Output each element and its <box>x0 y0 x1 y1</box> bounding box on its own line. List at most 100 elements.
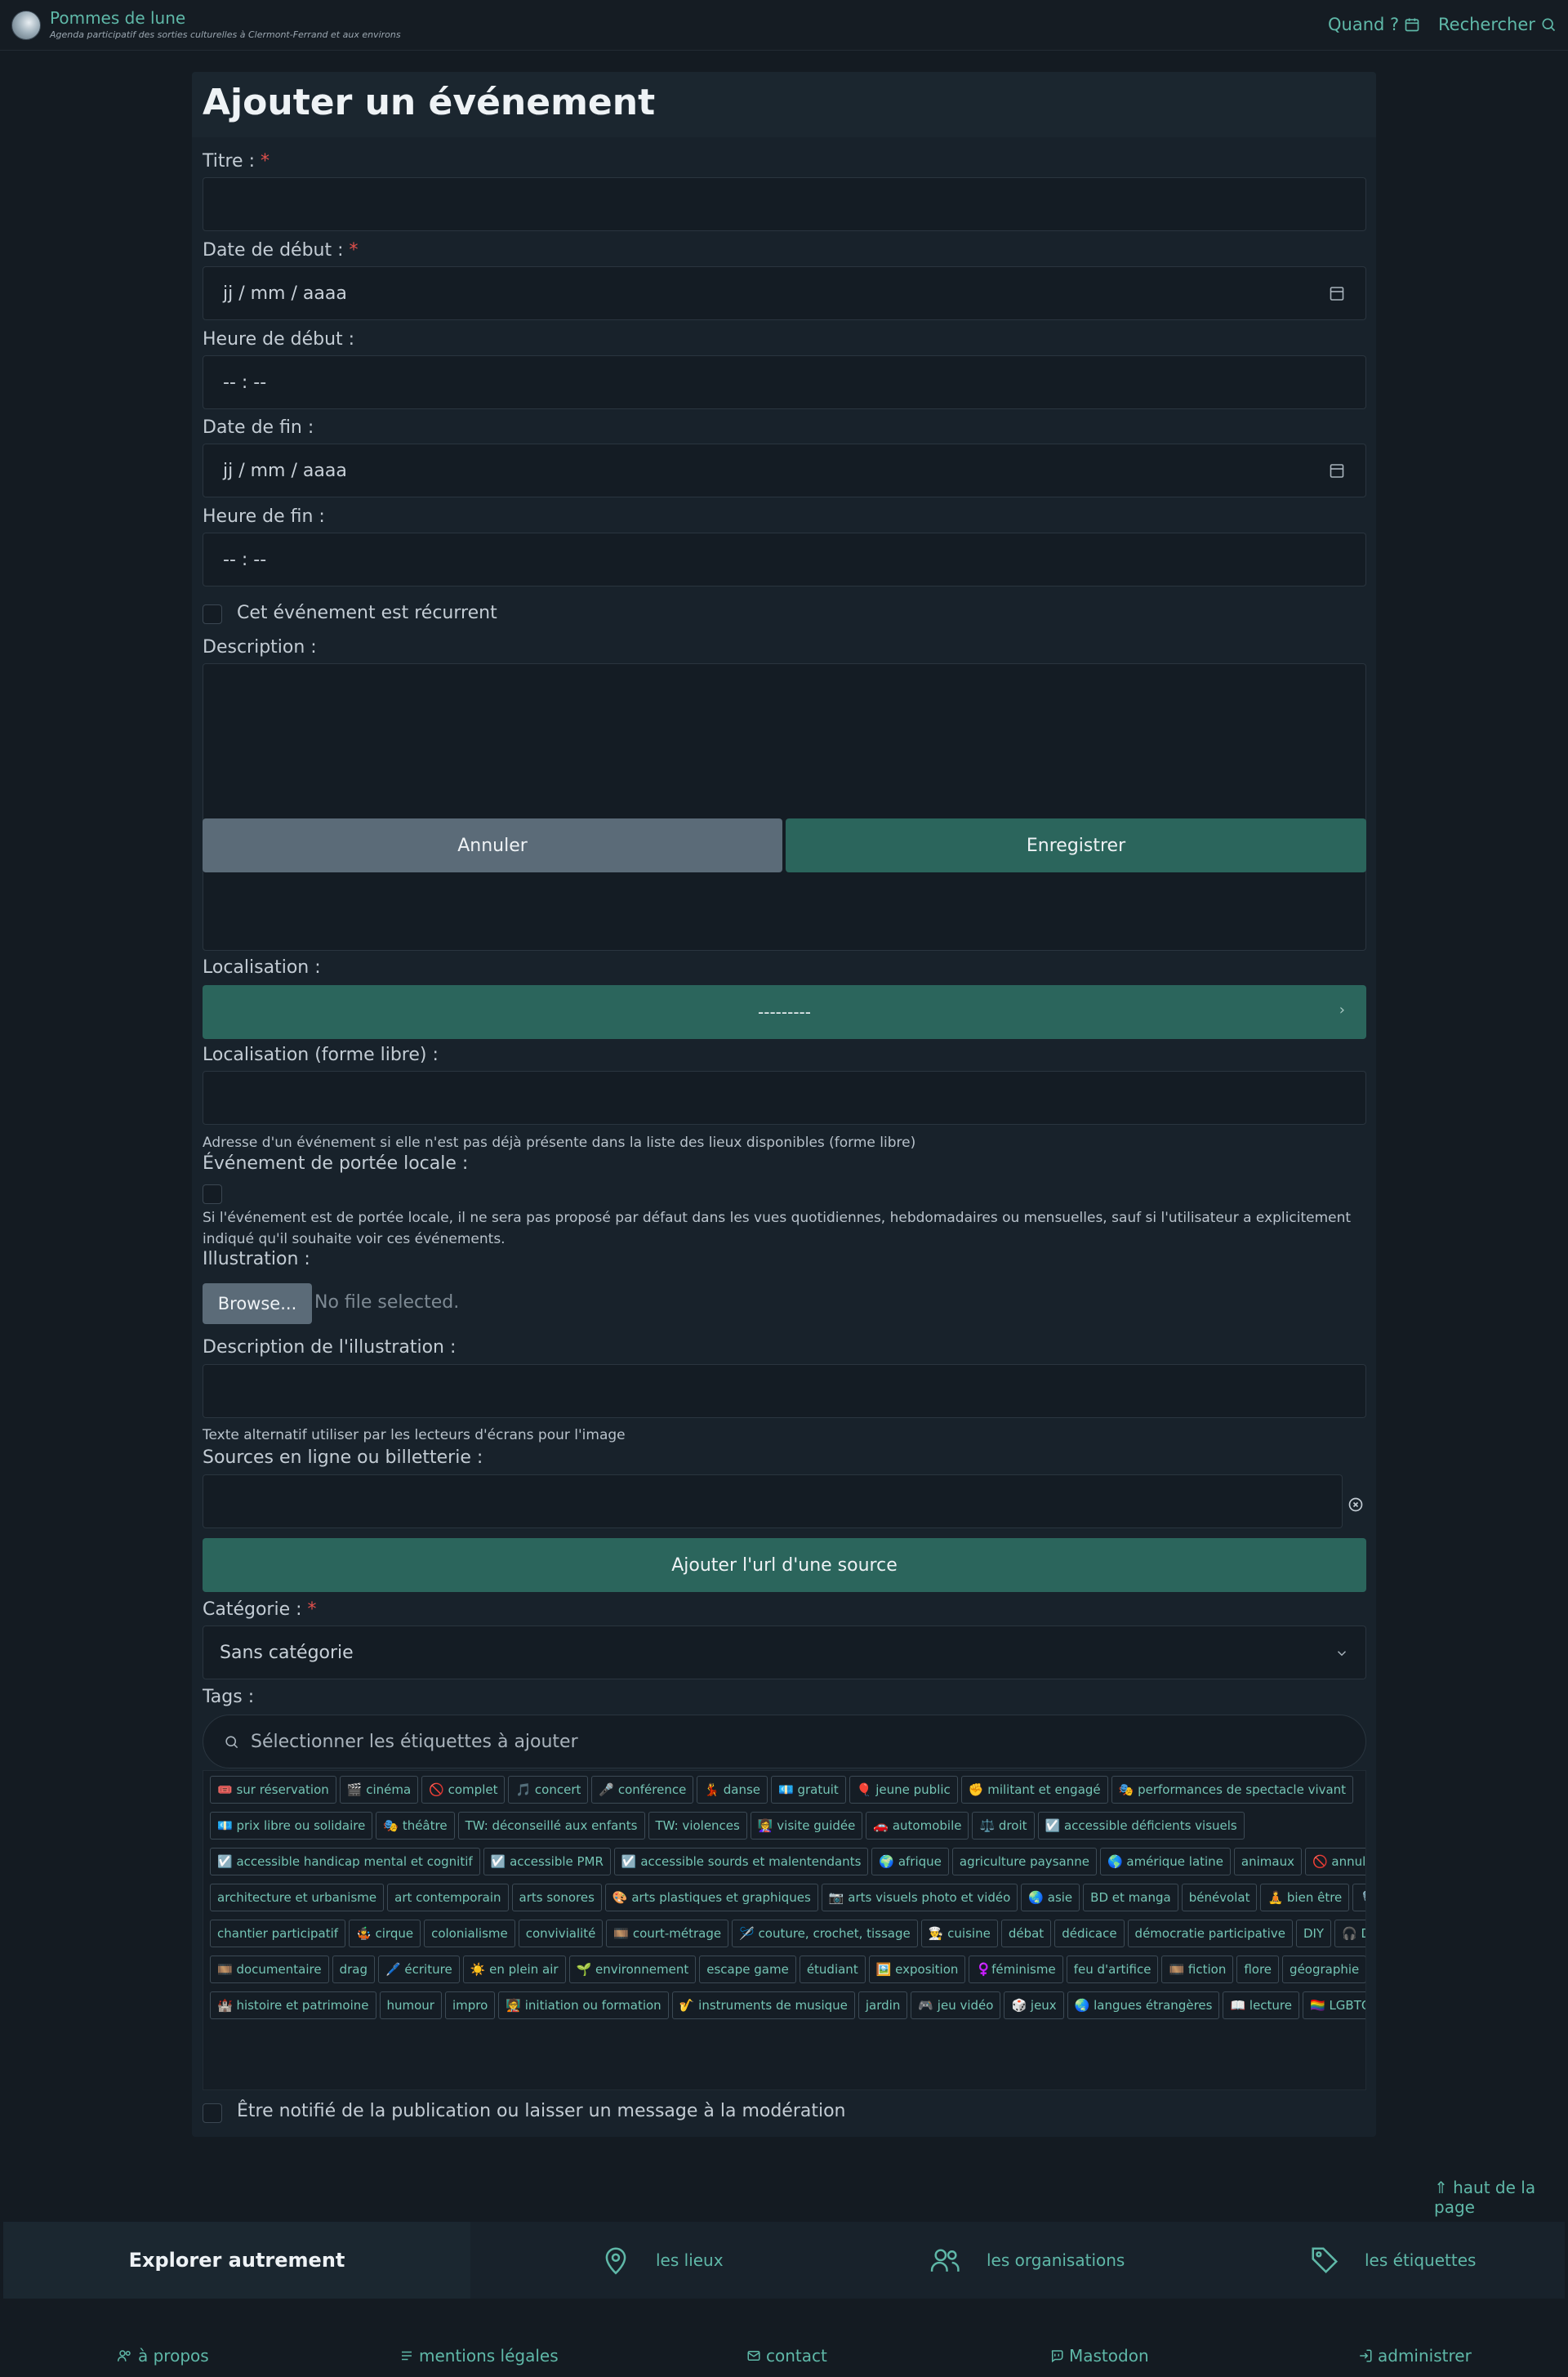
tag-chip[interactable]: 💶 gratuit <box>771 1776 846 1804</box>
tag-chip[interactable]: bénévolat <box>1181 1884 1258 1911</box>
local-scope-checkbox[interactable] <box>203 1184 222 1204</box>
tag-chip[interactable]: ✊ militant et engagé <box>960 1776 1108 1804</box>
category-select[interactable]: Sans catégorie <box>203 1626 1366 1679</box>
tag-chip[interactable]: arts sonores <box>511 1884 602 1911</box>
tag-chip[interactable]: 🪡 couture, crochet, tissage <box>732 1920 918 1947</box>
tag-chip[interactable]: 🧑‍🏫 initiation ou formation <box>498 1991 669 2019</box>
tag-chip[interactable]: humour <box>379 1991 442 2019</box>
tag-chip[interactable]: 🚗 automobile <box>866 1812 969 1840</box>
tag-chip[interactable]: TW: violences <box>648 1812 747 1840</box>
tag-chip[interactable]: 🎮 jeu vidéo <box>911 1991 1001 2019</box>
tag-chip[interactable]: escape game <box>699 1956 796 1983</box>
add-source-button[interactable]: Ajouter l'url d'une source <box>203 1538 1366 1592</box>
tag-chip[interactable]: impro <box>444 1991 496 2019</box>
tags-search-input[interactable]: Sélectionner les étiquettes à ajouter <box>203 1715 1366 1768</box>
tag-chip[interactable]: 🖊️ écriture <box>377 1956 460 1983</box>
tag-chip[interactable]: 🌍 afrique <box>871 1848 949 1875</box>
explore-orgs-link[interactable]: les organisations <box>929 2222 1125 2299</box>
tag-chip[interactable]: géographie <box>1282 1956 1365 1983</box>
notify-checkbox[interactable] <box>203 2103 222 2123</box>
tag-chip[interactable]: 🏳️‍🌈 LGBTQ+ friendly <box>1303 1991 1365 2019</box>
tag-chip[interactable]: ☑️ accessible PMR <box>483 1848 611 1875</box>
end-date-input[interactable]: jj / mm / aaaa <box>203 444 1366 497</box>
tag-chip[interactable]: 🚫 annulé <box>1304 1848 1365 1875</box>
tag-chip[interactable]: 🧘 bien être <box>1260 1884 1350 1911</box>
tag-chip[interactable]: 🌎 amérique latine <box>1099 1848 1231 1875</box>
tag-chip[interactable]: 📖 lecture <box>1223 1991 1299 2019</box>
tag-chip[interactable]: DIY <box>1295 1920 1332 1947</box>
calendar-icon[interactable] <box>1330 462 1344 479</box>
tag-chip[interactable]: chantier participatif <box>210 1920 346 1947</box>
footer-legal-link[interactable]: mentions légales <box>399 2346 559 2366</box>
free-location-input[interactable] <box>203 1071 1366 1125</box>
tag-chip[interactable]: art contemporain <box>387 1884 509 1911</box>
tag-chip[interactable]: ⚖️ droit <box>972 1812 1035 1840</box>
tag-chip[interactable]: feu d'artifice <box>1066 1956 1159 1983</box>
tag-chip[interactable]: 🏰 histoire et patrimoine <box>210 1991 376 2019</box>
tag-chip[interactable]: TW: déconseillé aux enfants <box>457 1812 645 1840</box>
tag-chip[interactable]: BD et manga <box>1083 1884 1178 1911</box>
tag-chip[interactable]: agriculture paysanne <box>951 1848 1097 1875</box>
tag-chip[interactable]: animaux <box>1233 1848 1302 1875</box>
recurrent-checkbox[interactable] <box>203 604 222 624</box>
source-url-input[interactable] <box>203 1474 1343 1528</box>
tag-chip[interactable]: 🎷 instruments de musique <box>671 1991 855 2019</box>
tag-chip[interactable]: flore <box>1236 1956 1280 1983</box>
tag-chip[interactable]: 🎧 DJ set <box>1334 1920 1365 1947</box>
tag-chip[interactable]: 🖼️ exposition <box>868 1956 966 1983</box>
tag-chip[interactable]: ☑️ accessible handicap mental et cogniti… <box>210 1848 480 1875</box>
tag-chip[interactable]: jardin <box>858 1991 908 2019</box>
nav-search-link[interactable]: Rechercher <box>1438 15 1557 34</box>
tag-chip[interactable]: démocratie participative <box>1127 1920 1293 1947</box>
tag-chip[interactable]: ♀️féminisme <box>969 1956 1063 1983</box>
footer-about-link[interactable]: à propos <box>117 2346 209 2366</box>
tag-chip[interactable]: 🎬 cinéma <box>339 1776 419 1804</box>
tag-chip[interactable]: 🎵 concert <box>508 1776 589 1804</box>
footer-admin-link[interactable]: administrer <box>1358 2346 1472 2366</box>
illustration-desc-input[interactable] <box>203 1364 1366 1418</box>
tag-chip[interactable]: 🎞️ documentaire <box>210 1956 329 1983</box>
browse-button[interactable]: Browse... <box>203 1283 312 1324</box>
tag-chip[interactable]: convivialité <box>518 1920 604 1947</box>
tag-chip[interactable]: débat <box>1000 1920 1052 1947</box>
tag-chip[interactable]: 🎲 jeux <box>1004 1991 1064 2019</box>
start-time-input[interactable]: -- : -- <box>203 355 1366 409</box>
tag-chip[interactable]: 👩‍🏫 visite guidée <box>750 1812 863 1840</box>
location-select[interactable]: --------- › <box>203 985 1366 1039</box>
tag-chip[interactable]: 🌏 asie <box>1021 1884 1080 1911</box>
back-to-top-link[interactable]: ⇑ haut de la page <box>1434 2178 1568 2217</box>
tag-chip[interactable]: 🎞️ court-métrage <box>606 1920 729 1947</box>
tag-chip[interactable]: 🎞️ fiction <box>1161 1956 1234 1983</box>
explore-places-link[interactable]: les lieux <box>600 2222 724 2299</box>
tag-chip[interactable]: architecture et urbanisme <box>210 1884 385 1911</box>
nav-when-link[interactable]: Quand ? <box>1328 15 1420 34</box>
site-logo[interactable] <box>11 11 41 40</box>
footer-contact-link[interactable]: contact <box>746 2346 827 2366</box>
tag-chip[interactable]: ☑️ accessible déficients visuels <box>1037 1812 1245 1840</box>
tag-chip[interactable]: ☀️ en plein air <box>462 1956 566 1983</box>
end-time-input[interactable]: -- : -- <box>203 533 1366 586</box>
tag-chip[interactable]: colonialisme <box>424 1920 515 1947</box>
tag-chip[interactable]: 🚫 complet <box>421 1776 506 1804</box>
title-input[interactable] <box>203 177 1366 231</box>
tag-chip[interactable]: 🎭 performances de spectacle vivant <box>1111 1776 1354 1804</box>
tag-chip[interactable]: 👨‍🍳 cuisine <box>920 1920 998 1947</box>
site-name-link[interactable]: Pommes de lune <box>50 8 185 28</box>
remove-circle-icon[interactable] <box>1348 1496 1364 1513</box>
calendar-icon[interactable] <box>1330 285 1344 301</box>
tag-chip[interactable]: 💶 prix libre ou solidaire <box>210 1812 373 1840</box>
tag-chip[interactable]: 🎈 jeune public <box>849 1776 958 1804</box>
tag-chip[interactable]: 🎭 théâtre <box>376 1812 455 1840</box>
tag-chip[interactable]: 🎤 conférence <box>591 1776 694 1804</box>
tag-chip[interactable]: 💃 danse <box>697 1776 768 1804</box>
tag-chip[interactable]: 🌱 environnement <box>568 1956 697 1983</box>
cancel-button[interactable]: Annuler <box>203 818 782 872</box>
description-textarea[interactable] <box>203 663 1366 951</box>
tag-chip[interactable]: 📷 arts visuels photo et vidéo <box>821 1884 1018 1911</box>
tag-chip[interactable]: 🎨 arts plastiques et graphiques <box>604 1884 818 1911</box>
tag-chip[interactable]: drag <box>332 1956 375 1983</box>
tag-chip[interactable]: 🎟️ sur réservation <box>210 1776 336 1804</box>
tag-chip[interactable]: 🌏 langues étrangères <box>1067 1991 1220 2019</box>
tag-chip[interactable]: étudiant <box>799 1956 866 1983</box>
tag-chip[interactable]: dédicace <box>1054 1920 1125 1947</box>
